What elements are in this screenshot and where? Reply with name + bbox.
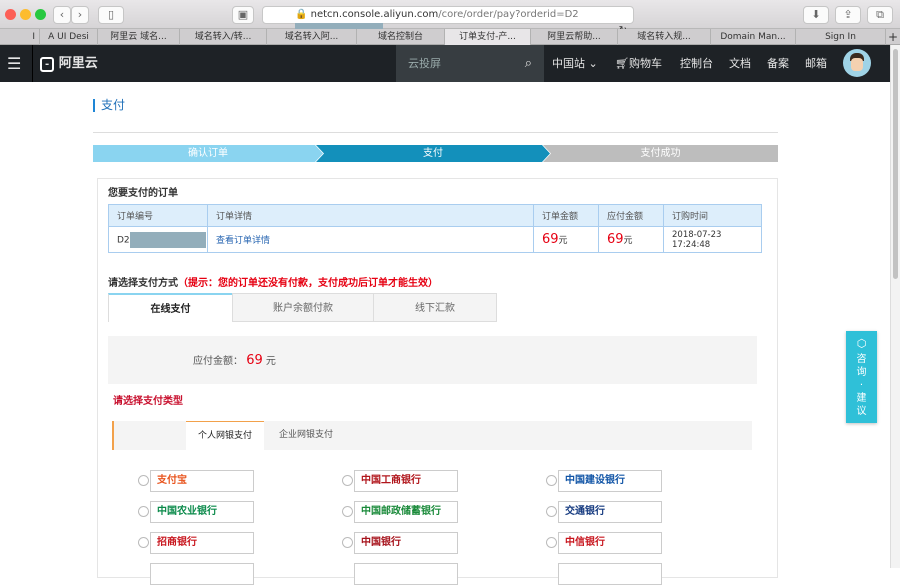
search-icon[interactable]: ⌕ bbox=[525, 45, 532, 82]
divider bbox=[32, 45, 33, 82]
browser-tab[interactable]: 阿里云帮助... bbox=[531, 29, 618, 45]
bank-logo[interactable]: 中信银行 bbox=[558, 532, 662, 554]
method-hint: （提示：您的订单还没有付款，支付成功后订单才能生效） bbox=[178, 278, 438, 289]
order-table: 订单编号 订单详情 订单金额 应付金额 订购时间 D2 查看订单详情 69元 6… bbox=[108, 204, 762, 253]
browser-tab[interactable]: Domain Man... bbox=[711, 29, 796, 45]
col-order-detail: 订单详情 bbox=[207, 204, 534, 227]
step-confirm-order: 确认订单 bbox=[93, 145, 323, 162]
bank-radio[interactable] bbox=[546, 475, 557, 486]
bank-logo[interactable] bbox=[150, 563, 254, 585]
type-tab-bar: 个人网银支付 企业网银支付 bbox=[112, 421, 752, 450]
url-host: netcn.console.aliyun.com bbox=[310, 9, 439, 20]
bank-radio[interactable] bbox=[138, 506, 149, 517]
redacted-block bbox=[129, 231, 206, 248]
col-order-time: 订购时间 bbox=[663, 204, 762, 227]
bank-radio[interactable] bbox=[342, 475, 353, 486]
cart-icon: 🛒︎ bbox=[615, 57, 629, 70]
consult-feedback-widget[interactable]: ⬡ 咨询·建议 bbox=[846, 331, 877, 423]
divider bbox=[93, 132, 778, 133]
sidebar-toggle-icon[interactable]: ▯ bbox=[98, 6, 124, 24]
bank-logo[interactable]: 中国银行 bbox=[354, 532, 458, 554]
col-order-no: 订单编号 bbox=[108, 204, 208, 227]
bank-radio[interactable] bbox=[138, 537, 149, 548]
bank-logo[interactable]: 交通银行 bbox=[558, 501, 662, 523]
maximize-window-button[interactable] bbox=[35, 9, 46, 20]
browser-toolbar: ‹ › ▯ ▣ 🔒 netcn.console.aliyun.com/core/… bbox=[0, 0, 900, 37]
step-pay: 支付 bbox=[316, 145, 550, 162]
close-window-button[interactable] bbox=[5, 9, 16, 20]
page-title: 支付 bbox=[93, 99, 125, 112]
tab-online-pay[interactable]: 在线支付 bbox=[108, 293, 233, 322]
minimize-window-button[interactable] bbox=[20, 9, 31, 20]
bank-logo[interactable] bbox=[354, 563, 458, 585]
browser-tab[interactable]: 阿里云 域名... bbox=[98, 29, 180, 45]
browser-tab[interactable]: A UI Desi bbox=[40, 29, 98, 45]
payable-summary: 应付金额： 69 元 bbox=[193, 353, 276, 368]
search-input[interactable]: 云投屏 ⌕ bbox=[396, 45, 544, 82]
table-row: D2 查看订单详情 69元 69元 2018-07-23 17:24:48 bbox=[108, 226, 762, 253]
bank-logo[interactable]: 中国建设银行 bbox=[558, 470, 662, 492]
browser-tab[interactable]: Sign In bbox=[796, 29, 886, 45]
order-time-cell: 2018-07-23 17:24:48 bbox=[663, 226, 762, 253]
bank-logo[interactable]: 中国工商银行 bbox=[354, 470, 458, 492]
hexagon-icon: ⬡ bbox=[856, 337, 867, 350]
mail-link[interactable]: 邮箱 bbox=[805, 45, 827, 82]
order-no-cell: D2 bbox=[108, 226, 208, 253]
reader-icon[interactable]: ▣ bbox=[232, 6, 254, 24]
browser-tab-bar: I A UI Desi 阿里云 域名... 域名转入/转... 域名转入阿...… bbox=[0, 29, 900, 45]
col-order-amount: 订单金额 bbox=[533, 204, 599, 227]
browser-tab[interactable]: 域名转入阿... bbox=[267, 29, 357, 45]
url-path: /core/order/pay?orderid=D2 bbox=[438, 9, 579, 20]
bank-radio[interactable] bbox=[138, 475, 149, 486]
console-link[interactable]: 控制台 bbox=[680, 45, 713, 82]
browser-tab[interactable]: 域名转入规... bbox=[618, 29, 711, 45]
page-scrollbar[interactable] bbox=[890, 45, 900, 568]
download-icon[interactable]: ⬇ bbox=[803, 6, 829, 24]
forward-button[interactable]: › bbox=[71, 6, 89, 24]
docs-link[interactable]: 文档 bbox=[729, 45, 751, 82]
payable-box: 应付金额： 69 元 bbox=[108, 336, 757, 384]
tabs-overview-icon[interactable]: ⧉ bbox=[867, 6, 893, 24]
tab-balance-pay[interactable]: 账户余额付款 bbox=[232, 293, 374, 322]
type-heading: 请选择支付类型 bbox=[113, 396, 183, 407]
bank-radio[interactable] bbox=[342, 506, 353, 517]
share-icon[interactable]: ⇪ bbox=[835, 6, 861, 24]
widget-label: 咨询·建议 bbox=[856, 354, 867, 417]
bank-logo[interactable]: 招商银行 bbox=[150, 532, 254, 554]
col-payable-amount: 应付金额 bbox=[598, 204, 664, 227]
method-heading: 请选择支付方式（提示：您的订单还没有付款，支付成功后订单才能生效） bbox=[108, 278, 438, 289]
tab-offline-transfer[interactable]: 线下汇款 bbox=[373, 293, 497, 322]
order-amount-cell: 69元 bbox=[533, 226, 599, 253]
bank-logo[interactable] bbox=[558, 563, 662, 585]
beian-link[interactable]: 备案 bbox=[767, 45, 789, 82]
order-heading: 您要支付的订单 bbox=[108, 188, 178, 199]
bank-radio[interactable] bbox=[342, 537, 353, 548]
tab-personal-banking[interactable]: 个人网银支付 bbox=[186, 421, 264, 450]
menu-icon[interactable]: ☰ bbox=[7, 45, 21, 82]
top-nav: ☰ - 阿里云 云投屏 ⌕ 中国站 ⌄ 🛒︎购物车 控制台 文档 备案 邮箱 bbox=[0, 45, 890, 82]
cart-link[interactable]: 🛒︎购物车 bbox=[615, 45, 662, 82]
new-tab-button[interactable]: + bbox=[886, 29, 900, 45]
view-order-detail-link[interactable]: 查看订单详情 bbox=[216, 236, 270, 246]
step-pay-success: 支付成功 bbox=[543, 145, 778, 162]
region-selector[interactable]: 中国站 ⌄ bbox=[552, 45, 598, 82]
browser-tab[interactable]: 域名控制台 bbox=[357, 29, 445, 45]
order-detail-cell: 查看订单详情 bbox=[207, 226, 534, 253]
browser-tab[interactable]: 域名转入/转... bbox=[180, 29, 267, 45]
bank-logo[interactable]: 中国农业银行 bbox=[150, 501, 254, 523]
browser-tab[interactable]: I bbox=[0, 29, 40, 45]
bank-radio[interactable] bbox=[546, 537, 557, 548]
lock-icon: 🔒 bbox=[295, 9, 308, 20]
bank-logo[interactable]: 支付宝 bbox=[150, 470, 254, 492]
back-button[interactable]: ‹ bbox=[53, 6, 71, 24]
bank-logo[interactable]: 中国邮政储蓄银行 bbox=[354, 501, 458, 523]
browser-tab-active[interactable]: 订单支付-产... bbox=[445, 29, 531, 45]
bank-radio[interactable] bbox=[546, 506, 557, 517]
payable-amount-cell: 69元 bbox=[598, 226, 664, 253]
address-bar[interactable]: 🔒 netcn.console.aliyun.com/core/order/pa… bbox=[262, 6, 634, 37]
aliyun-logo[interactable]: - 阿里云 bbox=[40, 45, 98, 83]
avatar[interactable] bbox=[843, 49, 871, 77]
tab-enterprise-banking[interactable]: 企业网银支付 bbox=[279, 421, 333, 450]
